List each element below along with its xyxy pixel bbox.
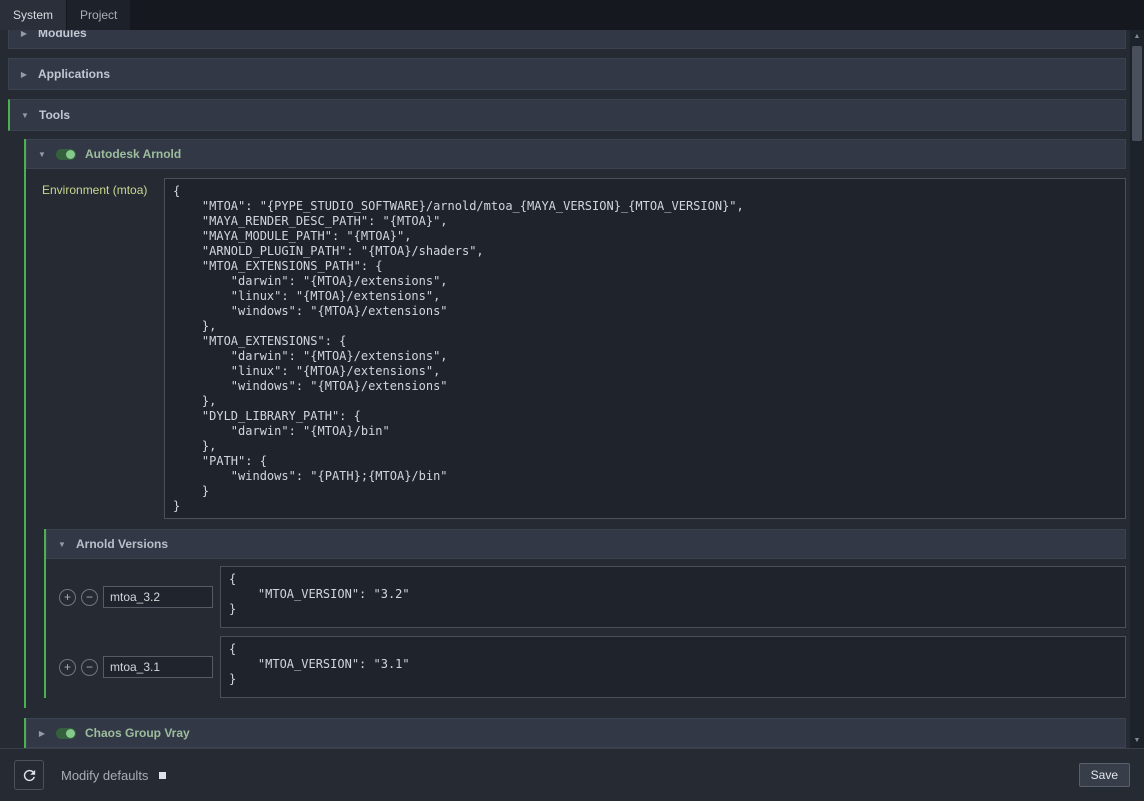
arnold-header[interactable]: Autodesk Arnold	[26, 139, 1126, 169]
section-applications: Applications	[8, 58, 1126, 90]
toggle-knob-icon	[66, 729, 75, 738]
tool-title: Chaos Group Vray	[85, 726, 190, 740]
section-title: Modules	[38, 30, 87, 40]
add-version-button[interactable]	[59, 589, 76, 606]
version-json-editor[interactable]: { "MTOA_VERSION": "3.1" }	[220, 636, 1126, 698]
scroll-down-icon[interactable]	[1130, 734, 1144, 748]
vray-header[interactable]: Chaos Group Vray	[26, 718, 1126, 748]
refresh-icon	[21, 767, 38, 784]
environment-json-editor[interactable]: { "MTOA": "{PYPE_STUDIO_SOFTWARE}/arnold…	[164, 178, 1126, 519]
toggle-knob-icon	[66, 150, 75, 159]
vray-enabled-toggle[interactable]	[56, 728, 76, 739]
tools-body: Autodesk Arnold Environment (mtoa) { "MT…	[8, 131, 1126, 748]
chevron-right-icon	[19, 70, 29, 79]
tab-system[interactable]: System	[0, 0, 66, 30]
remove-version-button[interactable]	[81, 589, 98, 606]
section-arnold-versions: Arnold Versions { "MTOA_VERSION": "3.2" …	[44, 529, 1126, 698]
tabbar: System Project	[0, 0, 1144, 30]
section-applications-header[interactable]: Applications	[8, 58, 1126, 90]
arnold-body: Environment (mtoa) { "MTOA": "{PYPE_STUD…	[26, 169, 1126, 708]
scrollbar-thumb[interactable]	[1132, 46, 1142, 141]
remove-version-button[interactable]	[81, 659, 98, 676]
version-row: { "MTOA_VERSION": "3.1" }	[46, 636, 1126, 698]
version-name-input[interactable]	[103, 656, 213, 678]
environment-row: Environment (mtoa) { "MTOA": "{PYPE_STUD…	[30, 178, 1126, 519]
add-version-button[interactable]	[59, 659, 76, 676]
tab-project[interactable]: Project	[67, 0, 130, 30]
settings-window: System Project Modules Applications Tool…	[0, 0, 1144, 801]
version-json-editor[interactable]: { "MTOA_VERSION": "3.2" }	[220, 566, 1126, 628]
tool-group-arnold: Autodesk Arnold Environment (mtoa) { "MT…	[24, 139, 1126, 708]
footer-bar: Modify defaults Save	[0, 748, 1144, 801]
chevron-right-icon	[19, 30, 29, 38]
section-modules: Modules	[8, 30, 1126, 49]
settings-scroll-area: Modules Applications Tools Autode	[0, 30, 1144, 748]
modify-defaults-checkbox[interactable]	[159, 772, 166, 779]
section-title: Applications	[38, 67, 110, 81]
section-title: Arnold Versions	[76, 537, 168, 551]
section-title: Tools	[39, 108, 70, 122]
chevron-down-icon	[20, 111, 30, 120]
version-name-input[interactable]	[103, 586, 213, 608]
tool-title: Autodesk Arnold	[85, 147, 181, 161]
version-row: { "MTOA_VERSION": "3.2" }	[46, 566, 1126, 628]
tool-group-vray: Chaos Group Vray	[24, 718, 1126, 748]
environment-label: Environment (mtoa)	[42, 178, 158, 197]
chevron-right-icon	[37, 729, 47, 738]
chevron-down-icon	[57, 540, 67, 549]
save-button[interactable]: Save	[1079, 763, 1130, 787]
section-tools: Tools Autodesk Arnold Environment (mtoa)…	[8, 99, 1126, 748]
refresh-button[interactable]	[14, 760, 44, 790]
section-modules-header[interactable]: Modules	[8, 30, 1126, 49]
vertical-scrollbar[interactable]	[1130, 30, 1144, 748]
arnold-enabled-toggle[interactable]	[56, 149, 76, 160]
arnold-versions-header[interactable]: Arnold Versions	[46, 529, 1126, 559]
modify-defaults-label: Modify defaults	[61, 768, 148, 783]
scroll-up-icon[interactable]	[1130, 30, 1144, 44]
chevron-down-icon	[37, 150, 47, 159]
section-tools-header[interactable]: Tools	[8, 99, 1126, 131]
